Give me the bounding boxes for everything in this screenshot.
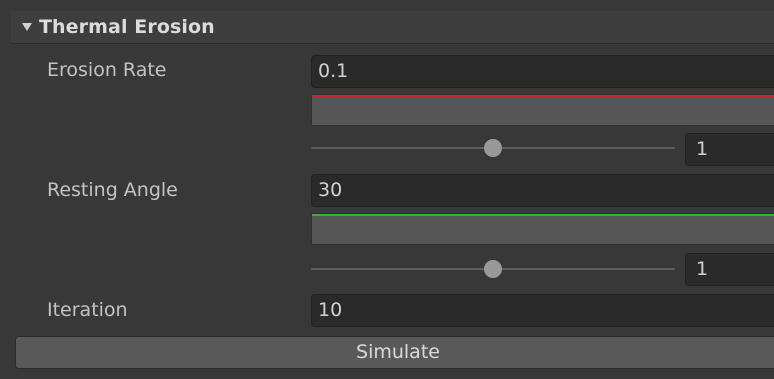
simulate-button[interactable]: Simulate <box>15 336 774 369</box>
thermal-erosion-foldout-header[interactable]: Thermal Erosion <box>11 11 774 44</box>
erosion-rate-label: Erosion Rate <box>47 59 167 81</box>
erosion-rate-curve-field[interactable] <box>311 94 774 126</box>
erosion-rate-curve-line <box>312 95 774 97</box>
resting-angle-curve-line <box>312 214 774 216</box>
resting-angle-label: Resting Angle <box>47 179 178 201</box>
erosion-rate-slider-value-field[interactable]: 1 <box>685 133 774 166</box>
resting-angle-slider-value-field[interactable]: 1 <box>685 253 774 286</box>
erosion-rate-field[interactable]: 0.1 <box>311 55 774 88</box>
expand-caret-icon[interactable] <box>21 21 33 33</box>
resting-angle-curve-field[interactable] <box>311 213 774 245</box>
section-title: Thermal Erosion <box>39 16 215 38</box>
resting-angle-field[interactable]: 30 <box>311 174 774 207</box>
slider-thumb[interactable] <box>484 139 502 157</box>
resting-angle-slider[interactable] <box>311 259 675 279</box>
erosion-rate-slider[interactable] <box>311 138 675 158</box>
iteration-field[interactable]: 10 <box>311 294 774 327</box>
inspector-panel: Thermal Erosion Erosion Rate 0.1 1 Resti… <box>0 0 774 379</box>
iteration-label: Iteration <box>47 299 128 321</box>
slider-thumb[interactable] <box>484 260 502 278</box>
